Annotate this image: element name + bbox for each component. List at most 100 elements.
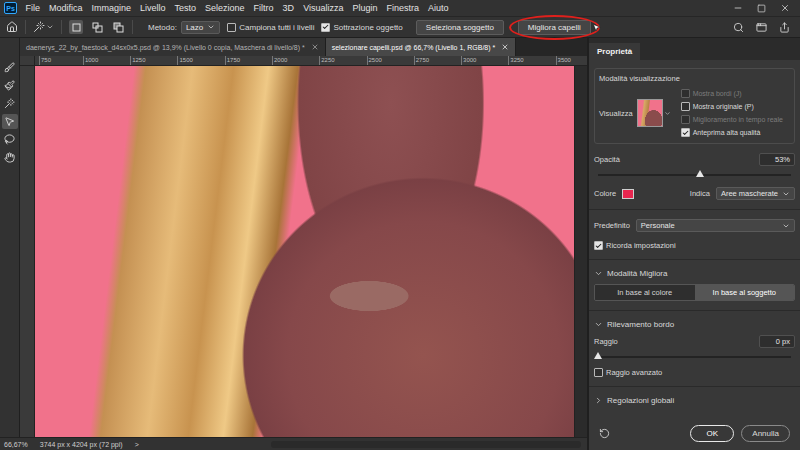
indicate-dropdown[interactable]: Aree mascherate	[716, 187, 795, 200]
chevron-down-icon	[207, 23, 215, 31]
slider-track[interactable]	[598, 356, 791, 358]
vertical-scrollbar[interactable]	[574, 66, 587, 437]
section-header[interactable]: Rilevamento bordo	[594, 320, 795, 329]
menu-bar: Ps FileModificaImmagineLivelloTestoSelezi…	[0, 0, 800, 16]
tool-button[interactable]	[2, 60, 18, 75]
home-button[interactable]	[6, 21, 18, 33]
option-button[interactable]: Migliora capelli	[518, 20, 591, 35]
selection-mode-button[interactable]	[90, 20, 104, 34]
slider-thumb[interactable]	[594, 352, 602, 359]
checkbox-box	[681, 89, 690, 98]
preset-label: Predefinito	[594, 221, 630, 230]
view-option[interactable]: Mostra originale (P)	[681, 102, 790, 111]
cursor	[592, 23, 601, 32]
color-swatch[interactable]	[622, 189, 634, 199]
view-option[interactable]: Anteprima alta qualità	[681, 128, 790, 137]
view-thumbnail[interactable]	[637, 99, 671, 127]
panel-tab[interactable]: Proprietà	[589, 43, 640, 60]
dialog-button[interactable]: OK	[690, 425, 734, 442]
menu-item[interactable]: Plugin	[348, 3, 382, 13]
search-icon[interactable]	[733, 22, 744, 33]
checkbox-box[interactable]	[594, 368, 603, 377]
tool-button[interactable]	[2, 132, 18, 147]
menu-item[interactable]: Filtro	[249, 3, 278, 13]
canvas-photo[interactable]	[35, 66, 574, 437]
checkbox-box[interactable]	[227, 23, 236, 32]
option-button-wrap: Migliora capelli	[518, 20, 591, 35]
selection-mode-button[interactable]	[111, 20, 125, 34]
view-option: Mostra bordi (J)	[681, 89, 790, 98]
tool-preset-button[interactable]	[33, 21, 54, 33]
maximize-icon[interactable]	[757, 4, 766, 13]
close-icon[interactable]	[780, 3, 790, 13]
option-checkbox[interactable]: Sottrazione oggetto	[321, 23, 402, 32]
ruler-label: 3250	[508, 56, 523, 65]
ruler-label: 1000	[83, 56, 98, 65]
menu-item[interactable]: Immagine	[87, 3, 136, 13]
slider-label: Raggio	[594, 337, 618, 346]
status-arrow[interactable]: >	[135, 441, 139, 448]
section-header[interactable]: Regolazioni globali	[594, 396, 795, 405]
slider-value[interactable]: 0 px	[759, 335, 795, 348]
home-icon	[6, 21, 18, 33]
checkbox-box[interactable]	[321, 23, 330, 32]
lasso-icon	[4, 134, 15, 145]
checkbox-box[interactable]	[681, 128, 690, 137]
close-tab-icon[interactable]	[311, 43, 319, 51]
ruler-label: 1250	[130, 56, 145, 65]
selection-mode-button[interactable]	[69, 20, 83, 34]
tool-button[interactable]	[2, 78, 18, 93]
close-tab-icon[interactable]	[501, 43, 509, 51]
menu-item[interactable]: Finestra	[382, 3, 424, 13]
section-header[interactable]: Modalità Migliora	[594, 269, 795, 278]
menu-item[interactable]: Livello	[136, 3, 171, 13]
status-bar: 66,67%3744 px x 4204 px (72 ppi)>	[0, 437, 587, 450]
smart-radius-checkbox[interactable]: Raggio avanzato	[594, 368, 795, 377]
checkbox-box[interactable]	[681, 102, 690, 111]
red-circle-annotation	[509, 15, 600, 40]
app-logo[interactable]: Ps	[4, 2, 17, 14]
dialog-button[interactable]: Annulla	[741, 425, 790, 442]
chevron-down-icon	[782, 222, 790, 230]
tool-button[interactable]	[2, 114, 18, 129]
group-title: Modalità visualizzazione	[599, 74, 790, 83]
share-icon[interactable]	[779, 22, 790, 33]
option-checkbox[interactable]: Campiona tutti i livelli	[227, 23, 314, 32]
menu-item[interactable]: Visualizza	[299, 3, 348, 13]
quick-select-icon	[4, 98, 15, 109]
tool-button[interactable]	[2, 150, 18, 165]
method-dropdown[interactable]: Lazo	[181, 21, 220, 34]
remember-checkbox[interactable]: Ricorda impostazioni	[594, 241, 795, 250]
horizontal-scrollbar[interactable]	[271, 441, 581, 448]
vertical-ruler	[20, 66, 35, 437]
check-icon	[682, 129, 689, 137]
tool-button[interactable]	[2, 96, 18, 111]
slider-thumb[interactable]	[696, 170, 704, 177]
zoom-level[interactable]: 66,67%	[4, 441, 28, 448]
document-tab[interactable]: daenerys_22_by_faestock_d4sx0x5.psd @ 13…	[20, 38, 326, 56]
menu-item[interactable]: File	[21, 3, 45, 13]
slider-track[interactable]	[598, 174, 791, 176]
panel-section: Rilevamento bordo Raggio 0 px Raggio avanza…	[594, 320, 795, 377]
cursor-icon	[592, 23, 601, 32]
menu-item[interactable]: Selezione	[201, 3, 250, 13]
menu-item[interactable]: Modifica	[45, 3, 88, 13]
view-mode-group: Modalità visualizzazioneVisualizzaMostra…	[594, 68, 795, 144]
minimize-icon[interactable]	[733, 3, 743, 13]
preset-dropdown[interactable]: Personale	[636, 219, 795, 232]
workspace-icon[interactable]	[756, 22, 767, 33]
reset-icon[interactable]	[599, 428, 610, 439]
document-tab[interactable]: selezionare capelli.psd @ 66,7% (Livello…	[326, 38, 517, 56]
segment-button[interactable]: In base al soggetto	[695, 285, 795, 300]
segment-button[interactable]: In base al colore	[595, 285, 695, 300]
chevron-down-icon	[594, 320, 603, 329]
slider-value[interactable]: 53%	[759, 153, 795, 166]
object-select-icon	[4, 116, 15, 127]
checkbox-box[interactable]	[594, 241, 603, 250]
menu-item[interactable]: Aiuto	[424, 3, 454, 13]
method-label: Metodo:	[148, 23, 177, 32]
opacity-slider: Opacità53%	[594, 153, 795, 178]
option-button[interactable]: Seleziona soggetto	[416, 20, 504, 35]
menu-item[interactable]: Testo	[170, 3, 201, 13]
menu-item[interactable]: 3D	[278, 3, 299, 13]
